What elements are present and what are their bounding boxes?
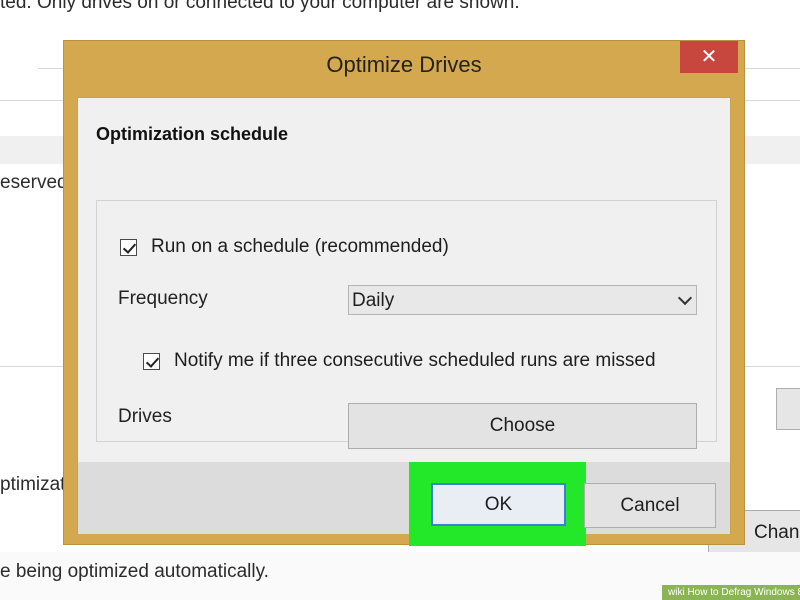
cancel-button[interactable]: Cancel — [584, 483, 716, 528]
frequency-label: Frequency — [118, 288, 208, 309]
background-section-text: ptimizat — [0, 474, 66, 495]
notify-row[interactable]: Notify me if three consecutive scheduled… — [143, 350, 656, 372]
run-on-schedule-row[interactable]: Run on a schedule (recommended) — [120, 236, 449, 258]
notify-checkbox[interactable] — [143, 352, 160, 370]
chevron-down-icon — [677, 290, 693, 306]
notify-label: Notify me if three consecutive scheduled… — [174, 350, 656, 371]
run-on-schedule-checkbox[interactable] — [120, 238, 137, 256]
choose-drives-button[interactable]: Choose — [348, 403, 697, 449]
dialog-content: Optimization schedule Run on a schedule … — [77, 97, 731, 534]
background-row-text: eserved — [0, 172, 68, 193]
drives-label: Drives — [118, 406, 172, 427]
ok-button[interactable]: OK — [431, 483, 566, 526]
watermark: wiki How to Defrag Windows 8 — [662, 585, 800, 600]
close-button[interactable]: ✕ — [680, 41, 738, 73]
background-header-text: ted. Only drives on or connected to your… — [0, 0, 520, 13]
optimize-drives-dialog: Optimize Drives ✕ Optimization schedule … — [63, 40, 745, 545]
background-button[interactable] — [776, 388, 800, 430]
dialog-title: Optimize Drives — [326, 52, 482, 77]
frequency-select[interactable]: Daily — [348, 285, 697, 315]
frequency-value: Daily — [352, 290, 395, 311]
run-on-schedule-label: Run on a schedule (recommended) — [151, 236, 449, 257]
section-title: Optimization schedule — [96, 124, 289, 144]
close-icon: ✕ — [700, 46, 718, 68]
background-status-text: e being optimized automatically. — [0, 561, 269, 582]
